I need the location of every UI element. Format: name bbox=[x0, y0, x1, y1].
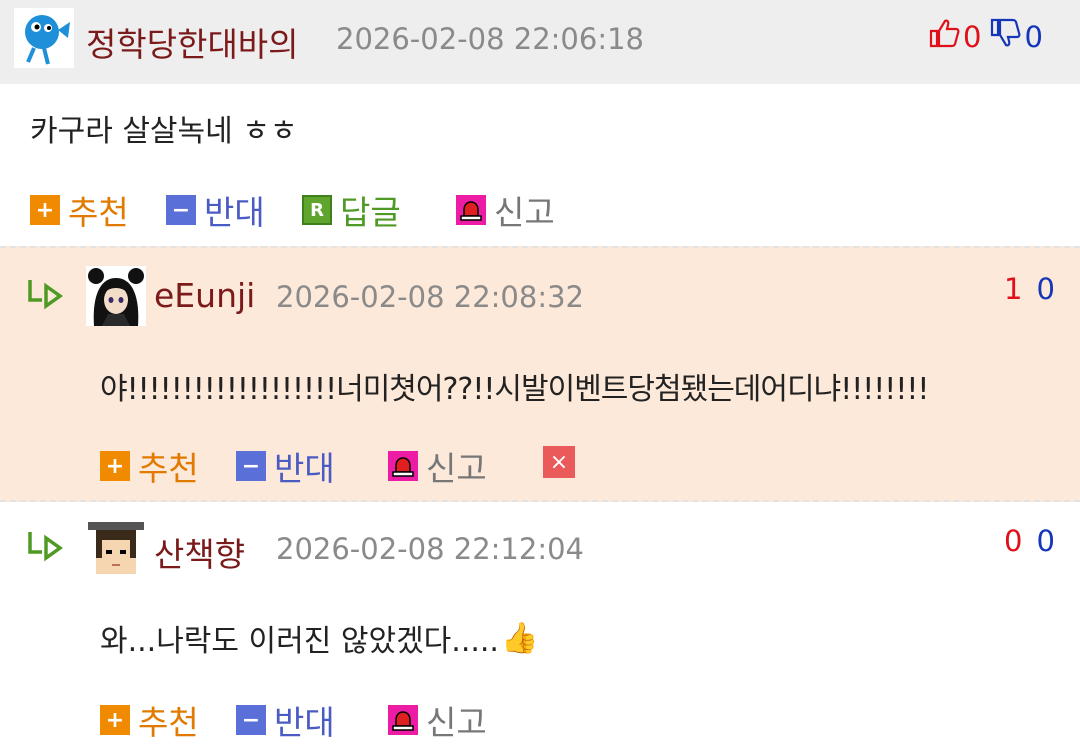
report-label: 신고 bbox=[426, 449, 487, 488]
up-count: 0 bbox=[963, 19, 982, 54]
anime-girl-avatar-icon[interactable] bbox=[86, 266, 146, 326]
author-name[interactable]: 산책향 bbox=[154, 528, 245, 576]
siren-icon bbox=[388, 451, 418, 481]
plus-icon: + bbox=[100, 451, 130, 481]
thumbs-up-emoji-icon: 👍 bbox=[500, 620, 539, 656]
comment-header: 정학당한대바의 2026-02-08 22:06:18 0 0 bbox=[0, 0, 1080, 84]
minus-icon: − bbox=[236, 451, 266, 481]
recommend-button[interactable]: + 추천 bbox=[30, 186, 129, 234]
oppose-button[interactable]: − 반대 bbox=[166, 186, 265, 234]
report-button[interactable]: 신고 bbox=[388, 442, 487, 490]
report-label: 신고 bbox=[494, 193, 555, 232]
comment-body-row: 와...나락도 이러진 않았겠다..... 👍 bbox=[100, 616, 538, 660]
report-label: 신고 bbox=[426, 703, 487, 742]
vote-counts: 1 0 bbox=[1004, 272, 1055, 306]
comment-date: 2026-02-08 22:08:32 bbox=[276, 280, 584, 314]
report-button[interactable]: 신고 bbox=[388, 696, 487, 744]
comment-body: 카구라 살살녹네 ㅎㅎ bbox=[30, 114, 298, 149]
comment-body: 야!!!!!!!!!!!!!!!!!!!너미쳣어??!!시발이벤트당첨됐는데어디… bbox=[100, 372, 929, 407]
comment-item: eEunji 2026-02-08 22:08:32 1 0 야!!!!!!!!… bbox=[0, 246, 1080, 502]
minus-icon: − bbox=[236, 705, 266, 735]
comment-item: 정학당한대바의 2026-02-08 22:06:18 0 0 카구라 살살녹네… bbox=[0, 0, 1080, 246]
recommend-button[interactable]: + 추천 bbox=[100, 696, 199, 744]
blue-fish-avatar-icon[interactable] bbox=[14, 8, 74, 68]
comment-date: 2026-02-08 22:06:18 bbox=[336, 22, 644, 56]
reply-label: 답글 bbox=[340, 193, 401, 232]
plus-icon: + bbox=[30, 195, 60, 225]
comment-item: 산책향 2026-02-08 22:12:04 0 0 와...나락도 이러진 … bbox=[0, 502, 1080, 748]
recommend-label: 추천 bbox=[138, 703, 199, 742]
comment-date: 2026-02-08 22:12:04 bbox=[276, 532, 584, 566]
siren-icon bbox=[456, 195, 486, 225]
vote-counts: 0 0 bbox=[928, 18, 1043, 55]
down-count: 0 bbox=[1036, 524, 1055, 558]
report-button[interactable]: 신고 bbox=[456, 186, 555, 234]
oppose-label: 반대 bbox=[274, 703, 335, 742]
oppose-button[interactable]: − 반대 bbox=[236, 696, 335, 744]
oppose-label: 반대 bbox=[274, 449, 335, 488]
recommend-label: 추천 bbox=[138, 449, 199, 488]
down-count: 0 bbox=[1036, 272, 1055, 306]
recommend-label: 추천 bbox=[68, 193, 129, 232]
thumbs-down-icon[interactable] bbox=[989, 18, 1021, 55]
delete-button[interactable]: × bbox=[543, 446, 575, 478]
siren-icon bbox=[388, 705, 418, 735]
oppose-button[interactable]: − 반대 bbox=[236, 442, 335, 490]
vote-counts: 0 0 bbox=[1004, 524, 1055, 558]
plus-icon: + bbox=[100, 705, 130, 735]
thumbs-up-icon[interactable] bbox=[928, 18, 960, 55]
author-name[interactable]: 정학당한대바의 bbox=[86, 18, 299, 66]
recommend-button[interactable]: + 추천 bbox=[100, 442, 199, 490]
minus-icon: − bbox=[166, 195, 196, 225]
reply-arrow-icon bbox=[26, 276, 66, 310]
up-count: 0 bbox=[1004, 524, 1023, 558]
reply-box-icon: R bbox=[302, 195, 332, 225]
down-count: 0 bbox=[1024, 19, 1043, 54]
comment-body: 와...나락도 이러진 않았겠다..... bbox=[100, 624, 499, 659]
up-count: 1 bbox=[1004, 272, 1023, 306]
oppose-label: 반대 bbox=[204, 193, 265, 232]
reply-button[interactable]: R 답글 bbox=[302, 186, 401, 234]
pixel-graduate-avatar-icon[interactable] bbox=[86, 518, 146, 578]
author-name[interactable]: eEunji bbox=[154, 276, 255, 315]
reply-arrow-icon bbox=[26, 528, 66, 562]
